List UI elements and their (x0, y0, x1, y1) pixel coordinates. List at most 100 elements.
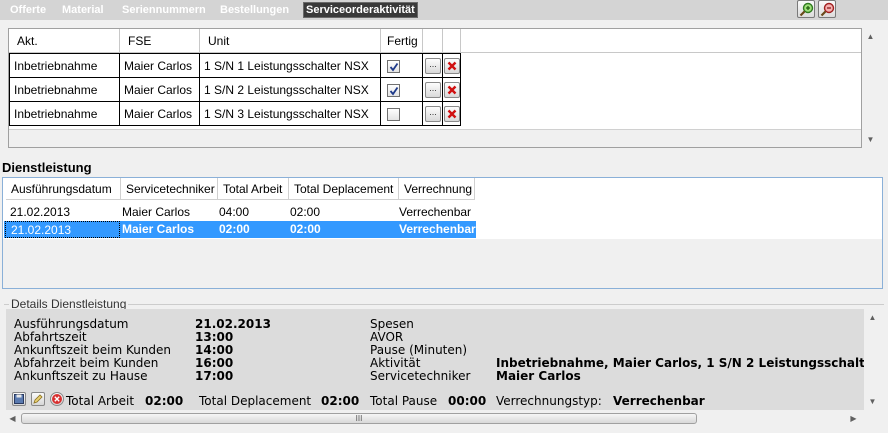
detail-label: Servicetechniker (370, 369, 471, 383)
dl-datum-cell: 21.02.2013 (10, 205, 71, 219)
column-header-akt[interactable]: Akt. (9, 29, 120, 53)
column-header-total-deplacement[interactable]: Total Deplacement (289, 178, 399, 200)
column-header-unit[interactable]: Unit (200, 29, 381, 53)
details-panel: Ausführungsdatum 21.02.2013 Abfahrtszeit… (6, 309, 864, 410)
delete-x-icon (447, 85, 457, 95)
total-deplacement-value: 02:00 (321, 394, 360, 408)
activities-grid-footer (9, 129, 861, 147)
total-arbeit-label: Total Arbeit (66, 394, 135, 408)
dl-deplacement-cell: 02:00 (290, 205, 321, 219)
zoom-out-icon (820, 2, 835, 17)
scroll-right-icon[interactable]: ▶ (845, 410, 862, 427)
activity-row[interactable]: Inbetriebnahme Maier Carlos 1 S/N 3 Leis… (9, 102, 461, 126)
activity-fse-cell: Maier Carlos (120, 54, 200, 78)
activity-delete-cell (443, 78, 461, 102)
pencil-icon (33, 394, 43, 404)
activity-fertig-cell (381, 78, 423, 102)
activity-fse-cell: Maier Carlos (120, 102, 200, 126)
scroll-down-icon[interactable]: ▼ (864, 393, 881, 410)
activity-unit-cell: 1 S/N 2 Leistungsschalter NSX (200, 78, 381, 102)
activity-fertig-cell (381, 54, 423, 78)
dl-arbeit-cell: 02:00 (219, 222, 250, 236)
dienstleistung-empty-area (3, 239, 882, 288)
save-icon (14, 394, 24, 404)
bottom-strip (0, 427, 888, 433)
detail-value: 17:00 (195, 369, 234, 383)
activity-akt-cell: Inbetriebnahme (9, 54, 120, 78)
cancel-icon (52, 394, 62, 404)
verrechnungstyp-label: Verrechnungstyp: (496, 394, 602, 408)
zoom-out-button[interactable] (818, 0, 836, 18)
activity-row[interactable]: Inbetriebnahme Maier Carlos 1 S/N 1 Leis… (9, 53, 461, 78)
column-header-total-arbeit[interactable]: Total Arbeit (218, 178, 289, 200)
dl-techniker-cell: Maier Carlos (122, 222, 195, 236)
delete-button[interactable] (444, 58, 460, 74)
checkmark-icon (389, 86, 399, 96)
tab-material[interactable]: Material (60, 2, 106, 18)
dl-verrechnung-cell: Verrechenbar (399, 205, 472, 219)
edit-button[interactable]: ... (425, 106, 441, 122)
scroll-down-icon[interactable]: ▼ (862, 131, 879, 148)
details-horizontal-scrollbar[interactable]: ◀ III ▶ (4, 410, 862, 427)
column-header-ausfuehrungsdatum[interactable]: Ausführungsdatum (6, 178, 121, 200)
activity-row[interactable]: Inbetriebnahme Maier Carlos 1 S/N 2 Leis… (9, 78, 461, 102)
column-header-fertig[interactable]: Fertig (381, 29, 423, 53)
activity-edit-cell: ... (423, 54, 443, 78)
save-button[interactable] (12, 392, 26, 406)
column-header-delete (443, 29, 461, 53)
edit-details-button[interactable] (31, 392, 45, 406)
activities-grid: Akt. FSE Unit Fertig Inbetriebnahme Maie… (8, 28, 862, 148)
column-header-servicetechniker[interactable]: Servicetechniker (121, 178, 218, 200)
dl-deplacement-cell: 02:00 (290, 222, 321, 236)
details-group-border (4, 304, 884, 305)
delete-button[interactable] (444, 106, 460, 122)
activities-grid-header: Akt. FSE Unit Fertig (9, 29, 861, 53)
dl-arbeit-cell: 04:00 (219, 205, 250, 219)
delete-x-icon (447, 61, 457, 71)
activity-delete-cell (443, 54, 461, 78)
dl-verrechnung-cell: Verrechenbar (399, 222, 476, 236)
fertig-checkbox[interactable] (387, 84, 400, 97)
detail-value: Maier Carlos (496, 369, 581, 383)
tab-serviceorderaktivitaet[interactable]: Serviceorderaktivität (303, 2, 418, 18)
edit-button[interactable]: ... (425, 58, 441, 74)
scroll-up-icon[interactable]: ▲ (862, 28, 879, 45)
activity-akt-cell: Inbetriebnahme (9, 102, 120, 126)
column-header-verrechnung[interactable]: Verrechnung (399, 178, 475, 200)
total-deplacement-label: Total Deplacement (199, 394, 312, 408)
details-vertical-scrollbar[interactable]: ▲ ▼ (864, 309, 881, 410)
cancel-button[interactable] (50, 392, 64, 406)
column-header-fse[interactable]: FSE (120, 29, 200, 53)
activity-unit-cell: 1 S/N 1 Leistungsschalter NSX (200, 54, 381, 78)
total-pause-value: 00:00 (448, 394, 487, 408)
scroll-thumb[interactable]: III (21, 413, 697, 424)
total-arbeit-value: 02:00 (145, 394, 184, 408)
detail-label: Ankunftszeit zu Hause (14, 369, 148, 383)
verrechnungstyp-value: Verrechenbar (613, 394, 705, 408)
tab-offerte[interactable]: Offerte (8, 2, 48, 18)
tab-seriennummern[interactable]: Seriennummern (120, 2, 208, 18)
scroll-up-icon[interactable]: ▲ (864, 309, 881, 326)
fertig-checkbox[interactable] (387, 108, 400, 121)
activity-akt-cell: Inbetriebnahme (9, 78, 120, 102)
activities-vertical-scrollbar[interactable]: ▲ ▼ (862, 28, 879, 148)
dienstleistung-title: Dienstleistung (2, 160, 92, 175)
column-header-edit (423, 29, 443, 53)
activity-fse-cell: Maier Carlos (120, 78, 200, 102)
activity-unit-cell: 1 S/N 3 Leistungsschalter NSX (200, 102, 381, 126)
tab-bestellungen[interactable]: Bestellungen (218, 2, 291, 18)
scroll-left-icon[interactable]: ◀ (4, 410, 21, 427)
fertig-checkbox[interactable] (387, 60, 400, 73)
edit-button[interactable]: ... (425, 82, 441, 98)
activity-delete-cell (443, 102, 461, 126)
activity-edit-cell: ... (423, 102, 443, 126)
zoom-in-icon (799, 2, 814, 17)
zoom-in-button[interactable] (797, 0, 815, 18)
dl-techniker-cell: Maier Carlos (122, 205, 191, 219)
delete-button[interactable] (444, 82, 460, 98)
activity-edit-cell: ... (423, 78, 443, 102)
activity-fertig-cell (381, 102, 423, 126)
delete-x-icon (447, 109, 457, 119)
tab-bar: Offerte Material Seriennummern Bestellun… (0, 0, 888, 20)
checkmark-icon (389, 62, 399, 72)
